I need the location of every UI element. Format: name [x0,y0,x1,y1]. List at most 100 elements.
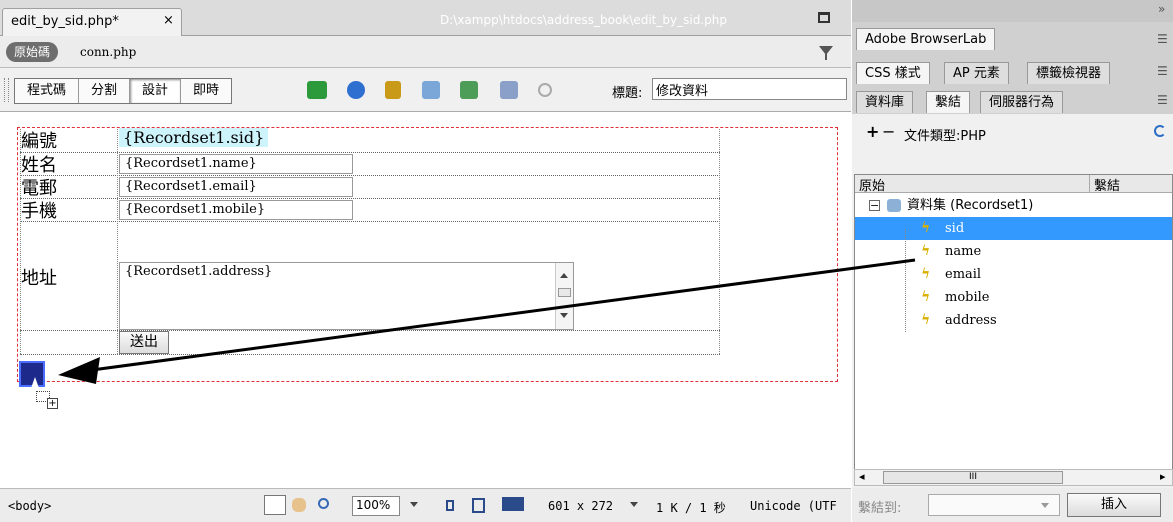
mobile-size-icon[interactable] [446,500,454,511]
panel-menu-icon[interactable]: ☰ [1157,32,1168,46]
zoom-tool-icon[interactable] [318,498,329,509]
preview-browser-icon[interactable] [347,81,365,99]
tablet-size-icon[interactable] [472,498,485,513]
select-tool-icon[interactable] [264,495,286,515]
recordset-label: 資料集 (Recordset1) [907,198,1034,213]
column-binding[interactable]: 繫結 [1089,175,1120,194]
tab-bindings[interactable]: 繫結 [926,91,971,113]
tag-selector[interactable]: <body> [8,499,51,513]
refresh-design-icon[interactable] [385,81,401,99]
scroll-thumb[interactable]: III [883,471,1063,484]
file-management-icon[interactable] [307,81,327,99]
field-name: email [945,267,982,282]
lightning-icon: ϟ [921,312,931,328]
scroll-up-icon[interactable] [560,273,568,278]
refresh-icon[interactable] [1154,125,1166,137]
add-binding-button[interactable]: + [866,122,879,141]
field-name: address [945,313,997,328]
field-name: name [945,244,982,259]
panel-dock-header: » [852,0,1173,22]
lightning-icon: ϟ [921,243,931,259]
document-tab-bar: edit_by_sid.php* × D:\xampp\htdocs\addre… [0,0,851,36]
browserlab-panel-group: Adobe BrowserLab ☰ [852,22,1173,56]
table-column-divider [117,129,118,354]
textarea-scrollbar[interactable] [555,263,573,329]
zoom-select[interactable]: 100% [352,496,400,516]
tab-ap-elements[interactable]: AP 元素 [944,62,1009,84]
source-code-button[interactable]: 原始碼 [6,42,59,62]
title-label: 標題: [612,86,643,101]
live-view-button[interactable]: 即時 [181,79,231,103]
toolbar-grip[interactable] [4,78,9,102]
tab-css-styles[interactable]: CSS 樣式 [856,62,930,84]
mouse-pointer-icon [30,377,40,391]
design-view-button[interactable]: 設計 [130,79,182,103]
hand-tool-icon[interactable] [292,498,306,512]
tab-browserlab[interactable]: Adobe BrowserLab [856,28,996,50]
scroll-left-icon[interactable]: ◂ [859,470,865,483]
table-row-divider [20,354,720,355]
validate-icon[interactable] [500,81,518,99]
design-canvas[interactable]: 編號 姓名 電郵 手機 地址 {Recordset1.sid} {Records… [0,112,851,488]
binding-field-row[interactable]: ϟ name [855,240,1172,263]
submit-button[interactable]: 送出 [119,331,169,354]
restore-window-icon[interactable] [818,12,830,23]
scroll-thumb[interactable] [558,288,571,297]
close-icon[interactable]: × [163,13,174,28]
split-view-button[interactable]: 分割 [79,79,131,103]
horizontal-scrollbar[interactable]: ◂ III ▸ [854,469,1173,486]
related-files-bar: 原始碼 conn.php [0,36,851,68]
sid-label: 編號 [21,131,57,152]
expand-icon[interactable]: » [1158,2,1165,16]
collapse-icon[interactable]: − [869,200,880,211]
field-name: mobile [945,290,990,305]
binding-field-row[interactable]: ϟ mobile [855,286,1172,309]
plus-icon: + [47,398,58,409]
address-label: 地址 [21,268,57,289]
column-source[interactable]: 原始 [859,175,885,194]
field-name: sid [945,221,965,236]
debug-icon[interactable] [422,81,440,99]
table-row-divider [20,152,720,153]
bind-to-select[interactable] [928,494,1060,516]
binding-field-row[interactable]: ϟ sid [855,217,1172,240]
bindings-tree: 原始 繫結 − 資料集 (Recordset1) ϟ sid ϟ name ϟ … [854,174,1173,476]
table-row-divider [20,175,720,176]
lightning-icon: ϟ [921,289,931,305]
filter-icon-stem [825,54,827,60]
visual-aids-icon[interactable] [460,81,478,99]
scroll-down-icon[interactable] [560,313,568,318]
insert-button[interactable]: 插入 [1067,493,1161,517]
panel-menu-icon[interactable]: ☰ [1157,64,1168,78]
refresh-icon[interactable] [538,83,552,97]
chevron-down-icon[interactable] [630,502,638,507]
recordset-row[interactable]: − 資料集 (Recordset1) [855,194,1172,217]
window-size[interactable]: 601 x 272 [548,499,613,513]
binding-field-row[interactable]: ϟ email [855,263,1172,286]
code-view-button[interactable]: 程式碼 [15,79,80,103]
bindings-footer: 繫結到: 插入 [852,488,1173,522]
tab-tag-inspector[interactable]: 標籤檢視器 [1027,62,1111,84]
address-textarea[interactable]: {Recordset1.address} [119,262,574,330]
scroll-right-icon[interactable]: ▸ [1160,470,1166,483]
status-bar: <body> 100% 601 x 272 1 K / 1 秒 Unicode … [0,488,851,522]
panel-menu-icon[interactable]: ☰ [1157,93,1168,107]
binding-field-row[interactable]: ϟ address [855,309,1172,332]
bind-to-label: 繫結到: [858,501,902,516]
document-tab[interactable]: edit_by_sid.php* × [2,8,182,36]
name-field[interactable]: {Recordset1.name} [119,154,353,174]
remove-binding-button[interactable]: − [882,122,895,141]
download-size-time: 1 K / 1 秒 [656,501,726,515]
related-file-conn[interactable]: conn.php [80,45,136,59]
chevron-down-icon[interactable] [1041,503,1049,508]
tab-server-behaviors[interactable]: 伺服器行為 [980,91,1064,113]
document-type: 文件類型:PHP [904,129,986,144]
email-field[interactable]: {Recordset1.email} [119,177,353,197]
desktop-size-icon[interactable] [502,497,524,511]
chevron-down-icon[interactable] [410,502,418,507]
page-title-input[interactable]: 修改資料 [652,78,847,100]
sid-dynamic-text[interactable]: {Recordset1.sid} [119,128,269,147]
bindings-panel: + − 文件類型:PHP 原始 繫結 − 資料集 (Recordset1) ϟ … [852,114,1173,522]
mobile-field[interactable]: {Recordset1.mobile} [119,200,353,220]
tab-databases[interactable]: 資料庫 [856,91,914,113]
